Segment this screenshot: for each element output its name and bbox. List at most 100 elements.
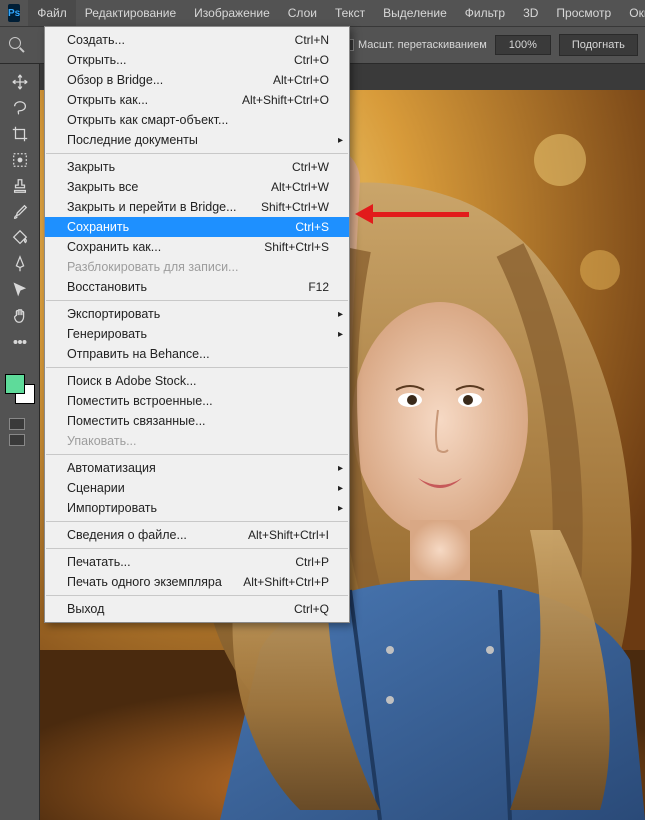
menu-item[interactable]: Последние документы xyxy=(45,130,349,150)
menu-item-label: Разблокировать для записи... xyxy=(67,260,238,274)
move-tool[interactable] xyxy=(6,70,34,94)
menu-item: Разблокировать для записи... xyxy=(45,257,349,277)
menu-item[interactable]: Открыть как смарт-объект... xyxy=(45,110,349,130)
lasso-tool[interactable] xyxy=(6,96,34,120)
menu-item-label: Последние документы xyxy=(67,133,198,147)
menu-item[interactable]: Открыть как... Alt+Shift+Ctrl+O xyxy=(45,90,349,110)
menu-item[interactable]: Печать одного экземпляра Alt+Shift+Ctrl+P xyxy=(45,572,349,592)
menu-item-shortcut: Ctrl+O xyxy=(294,53,329,67)
menu-item-shortcut: Ctrl+N xyxy=(295,33,329,47)
menu-item-label: Выход xyxy=(67,602,104,616)
menu-item[interactable]: Сведения о файле...Alt+Shift+Ctrl+I xyxy=(45,525,349,545)
brush-tool[interactable] xyxy=(6,200,34,224)
menu-item[interactable]: Печатать... Ctrl+P xyxy=(45,552,349,572)
menu-item-label: Открыть как смарт-объект... xyxy=(67,113,228,127)
menu-item[interactable]: Закрыть и перейти в Bridge...Shift+Ctrl+… xyxy=(45,197,349,217)
menu-item-label: Открыть как... xyxy=(67,93,148,107)
menu-separator xyxy=(46,595,348,596)
menu-item-shortcut: Alt+Ctrl+O xyxy=(273,73,329,87)
menu-item[interactable]: Сохранить как...Shift+Ctrl+S xyxy=(45,237,349,257)
menu-item[interactable]: Автоматизация xyxy=(45,458,349,478)
menu-text[interactable]: Текст xyxy=(326,0,374,26)
zoom-value-field[interactable]: 100% xyxy=(495,35,551,55)
menu-item-label: Создать... xyxy=(67,33,125,47)
menu-layers[interactable]: Слои xyxy=(279,0,326,26)
menu-file[interactable]: Файл xyxy=(28,0,76,26)
menu-item[interactable]: Открыть... Ctrl+O xyxy=(45,50,349,70)
menu-separator xyxy=(46,153,348,154)
menu-3d[interactable]: 3D xyxy=(514,0,547,26)
fit-button[interactable]: Подогнать xyxy=(559,34,638,56)
menu-item[interactable]: Отправить на Behance... xyxy=(45,344,349,364)
scrub-zoom-checkbox[interactable]: Масшт. перетаскиванием xyxy=(342,39,487,51)
menu-item-shortcut: Ctrl+W xyxy=(292,160,329,174)
file-menu-dropdown: Создать... Ctrl+N Открыть... Ctrl+O Обзор в … xyxy=(44,26,350,623)
menu-filter[interactable]: Фильтр xyxy=(456,0,514,26)
menu-item-label: Открыть... xyxy=(67,53,127,67)
more-tools[interactable] xyxy=(6,330,34,354)
menu-separator xyxy=(46,367,348,368)
pen-tool[interactable] xyxy=(6,252,34,276)
menu-item-shortcut: Alt+Shift+Ctrl+O xyxy=(242,93,329,107)
menu-item-label: Поместить встроенные... xyxy=(67,394,213,408)
menu-item-label: Закрыть и перейти в Bridge... xyxy=(67,200,237,214)
menu-image[interactable]: Изображение xyxy=(185,0,279,26)
menu-item-label: Сохранить xyxy=(67,220,129,234)
healing-brush-tool[interactable] xyxy=(6,148,34,172)
menu-item-label: Обзор в Bridge... xyxy=(67,73,163,87)
menu-item[interactable]: Импортировать xyxy=(45,498,349,518)
menu-item[interactable]: Сценарии xyxy=(45,478,349,498)
paint-bucket-tool[interactable] xyxy=(6,226,34,250)
menu-item[interactable]: Создать... Ctrl+N xyxy=(45,30,349,50)
menu-item-label: Генерировать xyxy=(67,327,147,341)
menu-item-label: Упаковать... xyxy=(67,434,137,448)
menu-item-shortcut: Ctrl+Q xyxy=(294,602,329,616)
menu-edit[interactable]: Редактирование xyxy=(76,0,185,26)
menu-item[interactable]: Поместить встроенные... xyxy=(45,391,349,411)
menu-item-label: Поместить связанные... xyxy=(67,414,206,428)
menu-item-label: Экспортировать xyxy=(67,307,160,321)
menu-item[interactable]: Восстановить F12 xyxy=(45,277,349,297)
menu-item[interactable]: Выход Ctrl+Q xyxy=(45,599,349,619)
menu-item-label: Импортировать xyxy=(67,501,157,515)
menu-item[interactable]: Закрыть всеAlt+Ctrl+W xyxy=(45,177,349,197)
stamp-tool[interactable] xyxy=(6,174,34,198)
menu-view[interactable]: Просмотр xyxy=(547,0,620,26)
arrow-line xyxy=(369,212,469,217)
menu-item-label: Печатать... xyxy=(67,555,131,569)
menu-item-label: Печать одного экземпляра xyxy=(67,575,222,589)
menu-select[interactable]: Выделение xyxy=(374,0,456,26)
menu-item-label: Поиск в Adobe Stock... xyxy=(67,374,197,388)
foreground-color-swatch[interactable] xyxy=(5,374,25,394)
menu-separator xyxy=(46,300,348,301)
app-logo: Ps xyxy=(8,4,20,22)
menu-item[interactable]: Закрыть Ctrl+W xyxy=(45,157,349,177)
toolbox xyxy=(0,64,40,820)
color-swatches[interactable] xyxy=(5,374,35,404)
menu-separator xyxy=(46,548,348,549)
menu-item-label: Восстановить xyxy=(67,280,147,294)
menu-item[interactable]: Обзор в Bridge... Alt+Ctrl+O xyxy=(45,70,349,90)
menu-item-shortcut: Alt+Shift+Ctrl+P xyxy=(243,575,329,589)
menu-item[interactable]: Поиск в Adobe Stock... xyxy=(45,371,349,391)
menu-separator xyxy=(46,521,348,522)
menu-item[interactable]: Генерировать xyxy=(45,324,349,344)
menu-item[interactable]: Сохранить Ctrl+S xyxy=(45,217,349,237)
menu-item-shortcut: Shift+Ctrl+S xyxy=(264,240,329,254)
path-select-tool[interactable] xyxy=(6,278,34,302)
menu-separator xyxy=(46,454,348,455)
crop-tool[interactable] xyxy=(6,122,34,146)
menu-item-shortcut: Ctrl+S xyxy=(295,220,329,234)
menu-item-label: Сведения о файле... xyxy=(67,528,187,542)
menu-item[interactable]: Экспортировать xyxy=(45,304,349,324)
menu-item-shortcut: Ctrl+P xyxy=(295,555,329,569)
hand-tool[interactable] xyxy=(6,304,34,328)
menu-item[interactable]: Поместить связанные... xyxy=(45,411,349,431)
quickmask-icon[interactable] xyxy=(9,418,25,430)
menu-window[interactable]: Окно xyxy=(620,0,645,26)
menu-item-label: Сценарии xyxy=(67,481,125,495)
menu-item-shortcut: F12 xyxy=(308,280,329,294)
search-icon[interactable] xyxy=(8,36,26,54)
menu-item-label: Закрыть xyxy=(67,160,115,174)
screenmode-icon[interactable] xyxy=(9,434,25,446)
